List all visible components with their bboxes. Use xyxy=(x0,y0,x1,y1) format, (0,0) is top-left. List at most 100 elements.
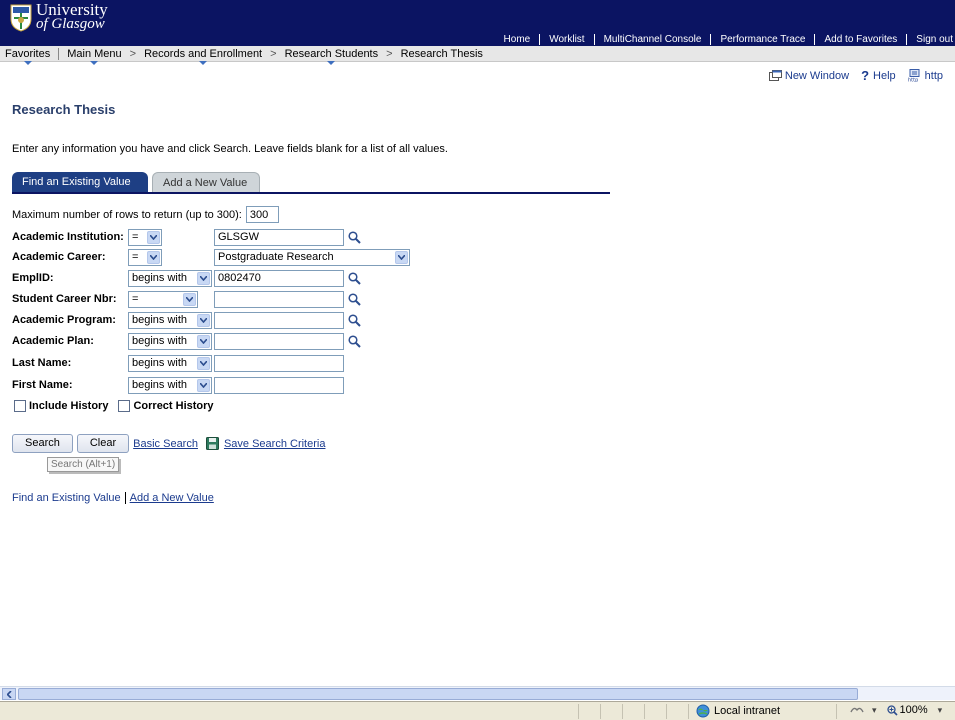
emplid-row: EmplID: begins with xyxy=(12,269,361,287)
status-divider xyxy=(600,704,601,719)
breadcrumb-divider xyxy=(58,47,60,60)
last-name-operator[interactable]: begins with xyxy=(128,354,212,372)
new-window-icon xyxy=(768,70,782,81)
new-window-label: New Window xyxy=(784,69,850,82)
http-icon: http xyxy=(908,69,920,82)
save-icon[interactable] xyxy=(205,437,219,450)
zoom-icon xyxy=(886,704,898,716)
scrollbar-thumb[interactable] xyxy=(18,688,858,700)
multichannel-console-link[interactable]: MultiChannel Console xyxy=(595,34,711,45)
field-label: Academic Plan: xyxy=(12,335,94,347)
lookup-icon[interactable] xyxy=(347,334,361,348)
zoom-control[interactable]: ▾ 100% ▾ xyxy=(850,704,942,716)
zone-label: Local intranet xyxy=(714,705,781,717)
student-career-nbr-input[interactable] xyxy=(214,290,344,308)
crest-icon xyxy=(10,4,32,32)
operator-value: begins with xyxy=(132,379,188,391)
academic-institution-operator[interactable]: = xyxy=(128,228,162,246)
last-name-input[interactable] xyxy=(214,354,344,372)
lookup-icon[interactable] xyxy=(347,230,361,244)
clear-button[interactable]: Clear xyxy=(76,434,130,453)
http-label: http xyxy=(924,69,943,82)
tab-add-new-value[interactable]: Add a New Value xyxy=(152,172,260,192)
history-options: Include History Correct History xyxy=(14,400,224,412)
academic-institution-input[interactable] xyxy=(214,228,344,246)
include-history-label: Include History xyxy=(29,400,109,412)
emplid-operator[interactable]: begins with xyxy=(128,269,212,287)
first-name-operator[interactable]: begins with xyxy=(128,376,212,394)
operator-value: begins with xyxy=(132,357,188,369)
search-actions: Search Clear Basic Search Save Search Cr… xyxy=(12,434,325,453)
operator-value: begins with xyxy=(132,314,188,326)
last-name-row: Last Name: begins with xyxy=(12,354,344,372)
academic-career-operator[interactable]: = xyxy=(128,248,162,266)
breadcrumb-current: Research Thesis xyxy=(400,47,483,60)
academic-program-input[interactable] xyxy=(214,311,344,329)
scroll-left-icon[interactable] xyxy=(2,688,16,700)
chevron-down-icon xyxy=(197,334,210,348)
breadcrumb-separator: > xyxy=(270,47,277,60)
status-divider xyxy=(688,704,689,719)
breadcrumb-records-enrollment[interactable]: Records and Enrollment xyxy=(139,48,267,65)
chevron-down-icon xyxy=(197,313,210,327)
emplid-input[interactable] xyxy=(214,269,344,287)
globe-icon xyxy=(696,704,710,718)
university-logo: University of Glasgow xyxy=(10,1,108,32)
max-rows-input[interactable] xyxy=(245,206,279,223)
new-window-link[interactable]: New Window xyxy=(768,69,850,82)
page-title: Research Thesis xyxy=(12,102,116,117)
operator-value: = xyxy=(132,293,139,305)
operator-value: = xyxy=(132,231,139,243)
field-label: EmplID: xyxy=(12,272,54,284)
tab-find-existing-value[interactable]: Find an Existing Value xyxy=(12,172,148,192)
breadcrumb-main-menu[interactable]: Main Menu xyxy=(62,48,126,65)
help-link[interactable]: ? Help xyxy=(861,68,896,83)
search-button[interactable]: Search xyxy=(12,434,73,453)
breadcrumb-research-students[interactable]: Research Students xyxy=(280,48,384,65)
logo-line2: of Glasgow xyxy=(36,16,105,32)
max-rows-label: Maximum number of rows to return (up to … xyxy=(12,208,242,221)
field-label: Academic Career: xyxy=(12,251,106,263)
status-divider xyxy=(644,704,645,719)
academic-plan-operator[interactable]: begins with xyxy=(128,332,212,350)
sign-out-link[interactable]: Sign out xyxy=(907,34,955,45)
http-link[interactable]: http http xyxy=(908,69,943,82)
chevron-down-icon: ▾ xyxy=(872,704,877,715)
max-rows-row: Maximum number of rows to return (up to … xyxy=(12,206,279,223)
add-to-favorites-link[interactable]: Add to Favorites xyxy=(815,34,906,45)
zoom-level: 100% xyxy=(899,704,928,716)
horizontal-scrollbar[interactable] xyxy=(0,686,955,700)
lookup-icon[interactable] xyxy=(347,313,361,327)
link-divider xyxy=(124,492,126,504)
breadcrumb-separator: > xyxy=(386,47,393,60)
help-icon: ? xyxy=(861,68,870,83)
basic-search-link[interactable]: Basic Search xyxy=(133,438,198,450)
lookup-icon[interactable] xyxy=(347,292,361,306)
performance-trace-link[interactable]: Performance Trace xyxy=(711,34,814,45)
breadcrumb: Favorites Main Menu > Records and Enroll… xyxy=(0,46,955,65)
academic-program-operator[interactable]: begins with xyxy=(128,311,212,329)
help-label: Help xyxy=(873,69,896,82)
breadcrumb-favorites[interactable]: Favorites xyxy=(0,48,55,65)
add-new-value-link[interactable]: Add a New Value xyxy=(130,492,214,504)
include-history-checkbox[interactable] xyxy=(14,400,26,412)
page-utility-links: New Window ? Help http http xyxy=(757,68,943,83)
worklist-link[interactable]: Worklist xyxy=(540,34,593,45)
status-divider xyxy=(578,704,579,719)
lookup-icon[interactable] xyxy=(347,271,361,285)
find-existing-value-link[interactable]: Find an Existing Value xyxy=(12,492,121,504)
home-link[interactable]: Home xyxy=(495,34,540,45)
first-name-input[interactable] xyxy=(214,376,344,394)
academic-plan-row: Academic Plan: begins with xyxy=(12,332,361,350)
instructions-text: Enter any information you have and click… xyxy=(12,143,448,155)
academic-career-select[interactable]: Postgraduate Research xyxy=(214,248,410,266)
student-career-nbr-operator[interactable]: = xyxy=(128,290,198,308)
save-search-criteria-link[interactable]: Save Search Criteria xyxy=(224,438,326,450)
academic-plan-input[interactable] xyxy=(214,332,344,350)
correct-history-checkbox[interactable] xyxy=(118,400,131,412)
operator-value: = xyxy=(132,251,139,263)
chevron-down-icon xyxy=(147,250,160,264)
field-label: Last Name: xyxy=(12,357,72,369)
chevron-down-icon xyxy=(197,378,210,392)
chevron-down-icon xyxy=(147,230,160,244)
